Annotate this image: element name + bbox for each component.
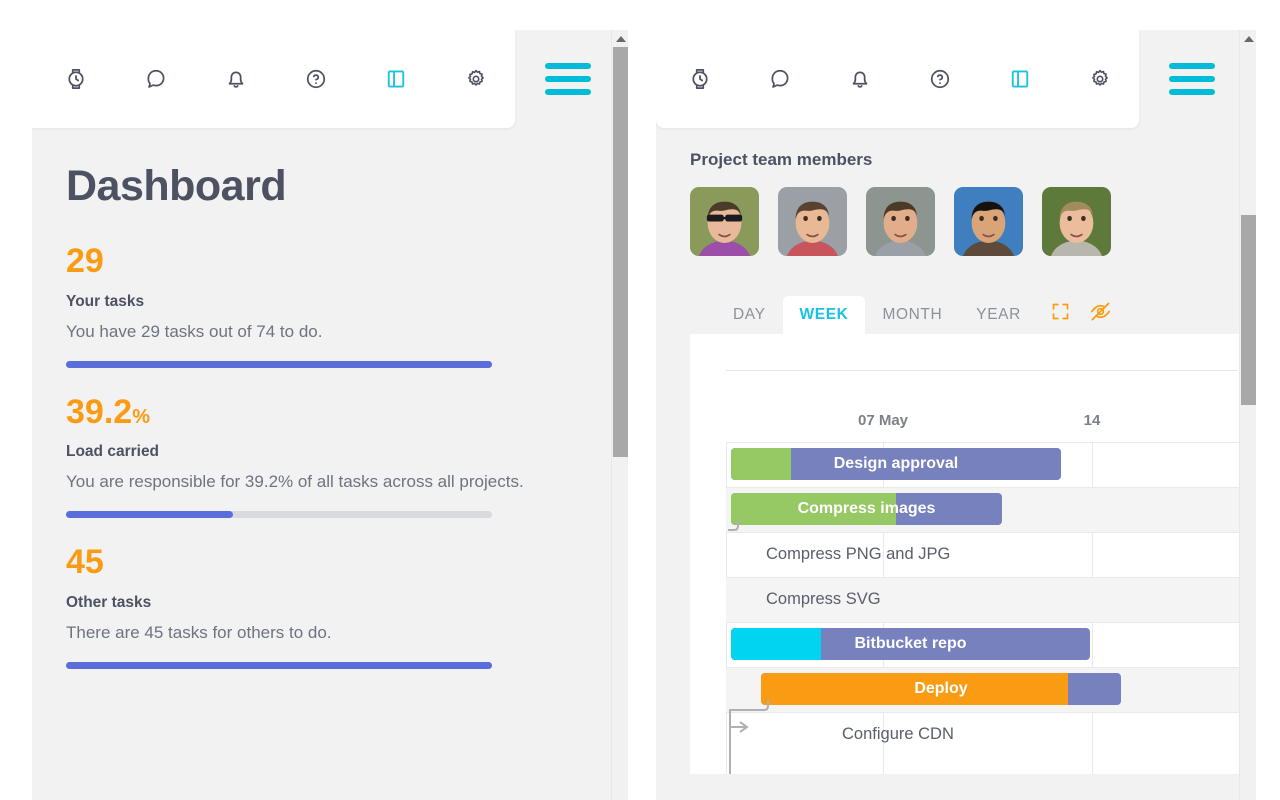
metric-card-your-tasks: 29 Your tasks You have 29 tasks out of 7… (66, 242, 577, 368)
right-panel-scrollbar[interactable] (1239, 30, 1256, 800)
progress-bar (66, 661, 492, 669)
sidebar-panel-icon[interactable] (378, 61, 414, 97)
project-panel: Project team members DAY WEEK MONTH YEAR 07… (656, 30, 1256, 800)
progress-bar-fill (66, 661, 492, 669)
scroll-up-arrow[interactable] (612, 30, 628, 47)
eye-off-icon[interactable] (1084, 295, 1118, 329)
hamburger-line (545, 63, 591, 69)
hamburger-line (1169, 63, 1215, 69)
right-toolbar-card (656, 30, 1139, 128)
metric-card-other-tasks: 45 Other tasks There are 45 tasks for ot… (66, 543, 577, 669)
gantt-row[interactable]: Configure CDN (726, 712, 1239, 757)
gantt-task-label: Compress images (797, 500, 936, 517)
team-heading: Project team members (690, 150, 873, 169)
menu-hamburger-button[interactable] (545, 63, 591, 95)
menu-hamburger-button[interactable] (1169, 63, 1215, 95)
metric-label: Other tasks (66, 593, 152, 611)
page-title: Dashboard (66, 162, 287, 210)
member-avatar-2[interactable] (778, 187, 847, 256)
metric-label: Your tasks (66, 292, 145, 310)
gantt-task-bar[interactable]: Compress images (731, 493, 1002, 525)
progress-bar (66, 360, 492, 368)
gantt-tab-day[interactable]: DAY (716, 296, 783, 335)
gantt-grid: Design approval Compress images Compress P… (690, 442, 1239, 774)
gantt-task-label: Design approval (833, 455, 959, 472)
project-content: Project team members DAY WEEK MONTH YEAR 07… (656, 128, 1239, 774)
scrollbar-thumb[interactable] (613, 47, 628, 457)
dashboard-content: Dashboard 29 Your tasks You have 29 task… (32, 128, 611, 695)
gantt-row-divider (726, 442, 1239, 443)
gantt-tab-bar: DAY WEEK MONTH YEAR (690, 292, 1239, 334)
hamburger-line (1169, 76, 1215, 82)
scrollbar-thumb[interactable] (1241, 215, 1256, 405)
gantt-row-divider (726, 622, 1239, 623)
app-root: Dashboard 29 Your tasks You have 29 task… (0, 0, 1280, 800)
progress-bar-fill (66, 511, 233, 519)
gantt-task-label: Compress PNG and JPG (766, 545, 951, 563)
member-avatar-3[interactable] (866, 187, 935, 256)
watch-icon[interactable] (682, 61, 718, 97)
hamburger-line (545, 76, 591, 82)
gantt-task-bar[interactable]: Deploy (761, 673, 1121, 705)
gantt-task-bar[interactable]: Bitbucket repo (731, 628, 1090, 660)
gantt-date-label: 14 (1083, 412, 1101, 429)
gantt-task-label: Compress SVG (766, 590, 881, 608)
metric-value: 39.2% (66, 392, 150, 431)
gantt-row[interactable]: Compress SVG (726, 577, 1239, 622)
gantt-row[interactable]: Compress PNG and JPG (726, 532, 1239, 577)
bell-icon[interactable] (218, 61, 254, 97)
metric-label: Load carried (66, 443, 160, 461)
question-circle-icon[interactable] (922, 61, 958, 97)
member-avatar-5[interactable] (1042, 187, 1111, 256)
metric-card-load-carried: 39.2% Load carried You are responsible f… (66, 392, 577, 519)
gear-icon[interactable] (458, 61, 494, 97)
hamburger-line (1169, 89, 1215, 95)
chat-bubble-icon[interactable] (762, 61, 798, 97)
gantt-row[interactable]: Design approval (726, 442, 1239, 487)
gantt-tab-year[interactable]: YEAR (959, 296, 1038, 335)
metric-description: You have 29 tasks out of 74 to do. (66, 321, 323, 341)
gantt-task-label: Configure CDN (842, 725, 954, 743)
gantt-row[interactable]: Deploy (726, 667, 1239, 712)
fullscreen-icon[interactable] (1044, 295, 1078, 329)
question-circle-icon[interactable] (298, 61, 334, 97)
member-avatar-1[interactable] (690, 187, 759, 256)
bell-icon[interactable] (842, 61, 878, 97)
metric-description: There are 45 tasks for others to do. (66, 622, 332, 642)
gantt-row-divider (726, 712, 1239, 713)
progress-bar (66, 511, 492, 519)
sidebar-panel-icon[interactable] (1002, 61, 1038, 97)
gantt-body: 07 May 14 Design approval Compress images C… (690, 334, 1239, 774)
metric-value: 29 (66, 242, 104, 281)
metric-value: 45 (66, 543, 104, 582)
gantt-date-label: 07 May (857, 412, 909, 429)
progress-bar-fill (66, 360, 492, 368)
left-toolbar (32, 30, 591, 128)
dashboard-panel: Dashboard 29 Your tasks You have 29 task… (32, 30, 628, 800)
gantt-row-divider (726, 667, 1239, 668)
gantt-task-bar[interactable]: Design approval (731, 448, 1061, 480)
gantt-date-header: 07 May 14 (690, 412, 1239, 438)
gantt-chart: DAY WEEK MONTH YEAR 07 May 14 Design approva… (690, 292, 1239, 774)
right-toolbar (656, 30, 1215, 128)
gear-icon[interactable] (1082, 61, 1118, 97)
watch-icon[interactable] (58, 61, 94, 97)
gantt-tab-month[interactable]: MONTH (865, 296, 959, 335)
gantt-row-divider (726, 487, 1239, 488)
chat-bubble-icon[interactable] (138, 61, 174, 97)
gantt-task-label: Deploy (914, 680, 968, 697)
gantt-task-label: Bitbucket repo (854, 635, 967, 652)
gantt-row[interactable]: Compress images (726, 487, 1239, 532)
left-toolbar-card (32, 30, 515, 128)
gantt-tab-week[interactable]: WEEK (782, 295, 866, 334)
gantt-divider (726, 370, 1237, 371)
gantt-row[interactable]: Bitbucket repo (726, 622, 1239, 667)
member-avatar-4[interactable] (954, 187, 1023, 256)
metric-description: You are responsible for 39.2% of all tas… (66, 472, 524, 492)
left-panel-scrollbar[interactable] (611, 30, 628, 800)
hamburger-line (545, 89, 591, 95)
scroll-up-arrow[interactable] (1240, 30, 1256, 47)
team-avatar-list (690, 187, 1239, 256)
